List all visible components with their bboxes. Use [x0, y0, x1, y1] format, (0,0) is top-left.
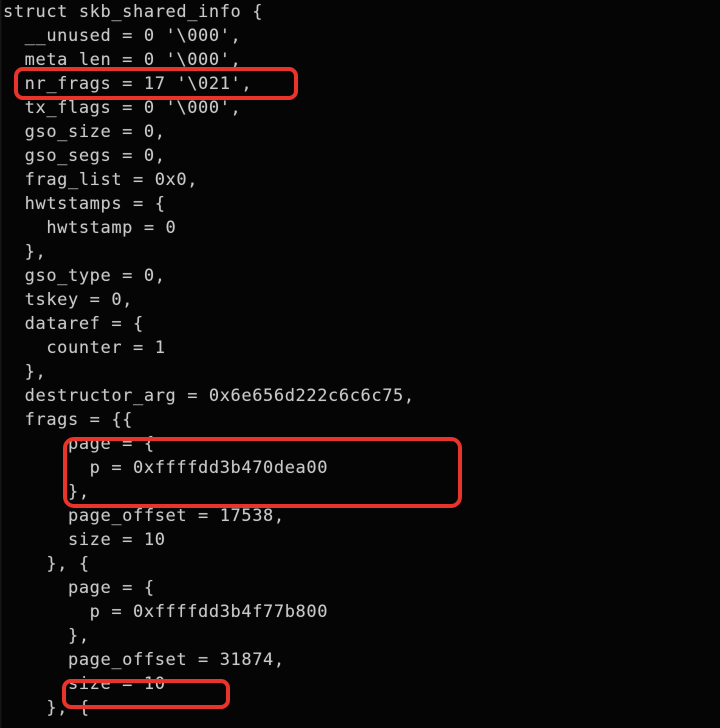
code-line: tskey = 0,	[3, 290, 134, 310]
code-line: p = 0xffffdd3b4f77b800	[3, 602, 329, 622]
code-line: size = 10	[3, 674, 166, 694]
code-line: destructor_arg = 0x6e656d222c6c6c75,	[3, 386, 415, 406]
terminal-screen: struct skb_shared_info { __unused = 0 '\…	[0, 0, 720, 728]
code-line: }, {	[3, 554, 90, 574]
code-line: gso_type = 0,	[3, 266, 166, 286]
code-line: page_offset = 17538,	[3, 506, 285, 526]
code-line: page = {	[3, 578, 155, 598]
code-line: tx_flags = 0 '\000',	[3, 98, 242, 118]
code-line: page = {	[3, 434, 155, 454]
code-line: frag_list = 0x0,	[3, 170, 199, 190]
code-line: hwtstamps = {	[3, 194, 166, 214]
code-dump: struct skb_shared_info { __unused = 0 '\…	[0, 0, 720, 720]
code-line: __unused = 0 '\000',	[3, 26, 242, 46]
code-line: hwtstamp = 0	[3, 218, 177, 238]
code-line: counter = 1	[3, 338, 166, 358]
code-line: nr_frags = 17 '\021',	[3, 74, 253, 94]
code-line: p = 0xffffdd3b470dea00	[3, 458, 329, 478]
code-line: struct skb_shared_info {	[3, 2, 264, 22]
code-line: frags = {{	[3, 410, 134, 430]
code-line: },	[3, 362, 47, 382]
code-line: size = 10	[3, 530, 166, 550]
code-line: },	[3, 482, 90, 502]
code-line: gso_size = 0,	[3, 122, 166, 142]
code-line: },	[3, 626, 90, 646]
code-line: },	[3, 242, 47, 262]
code-line: dataref = {	[3, 314, 144, 334]
code-line: }, {	[3, 698, 90, 718]
code-line: gso_segs = 0,	[3, 146, 166, 166]
code-line: meta_len = 0 '\000',	[3, 50, 242, 70]
code-line: page_offset = 31874,	[3, 650, 285, 670]
